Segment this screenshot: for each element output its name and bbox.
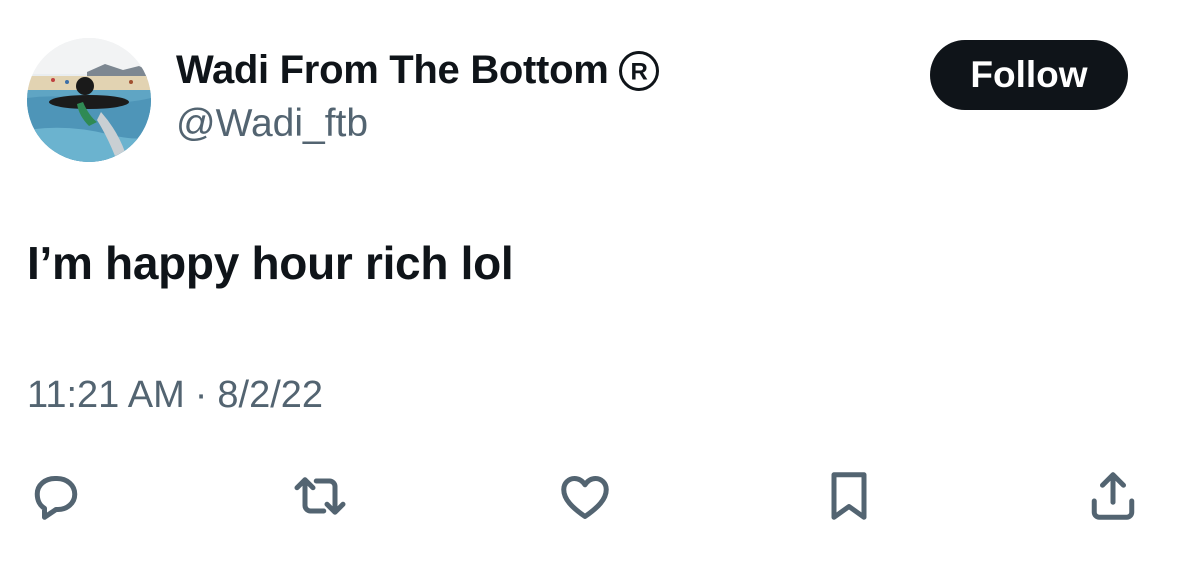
reply-icon[interactable]: [26, 466, 86, 526]
like-icon[interactable]: [555, 466, 615, 526]
display-name[interactable]: Wadi From The Bottom R: [176, 48, 660, 93]
tweet-date: 8/2/22: [217, 374, 324, 416]
avatar-image: [27, 38, 151, 162]
user-handle[interactable]: @Wadi_ftb: [176, 102, 368, 146]
share-icon[interactable]: [1083, 466, 1143, 526]
registered-mark-icon: R: [618, 50, 660, 92]
bookmark-icon[interactable]: [819, 466, 879, 526]
avatar[interactable]: [27, 38, 151, 162]
tweet-timestamp[interactable]: 11:21 AM · 8/2/22: [27, 374, 323, 417]
retweet-icon[interactable]: [290, 466, 350, 526]
tweet-card: Wadi From The Bottom R @Wadi_ftb Follow …: [0, 0, 1179, 568]
timestamp-separator: ·: [194, 374, 208, 416]
svg-text:R: R: [631, 58, 648, 85]
follow-button[interactable]: Follow: [930, 40, 1128, 110]
tweet-text: I’m happy hour rich lol: [27, 237, 514, 289]
tweet-time: 11:21 AM: [27, 374, 185, 416]
display-name-text: Wadi From The Bottom: [176, 48, 609, 92]
